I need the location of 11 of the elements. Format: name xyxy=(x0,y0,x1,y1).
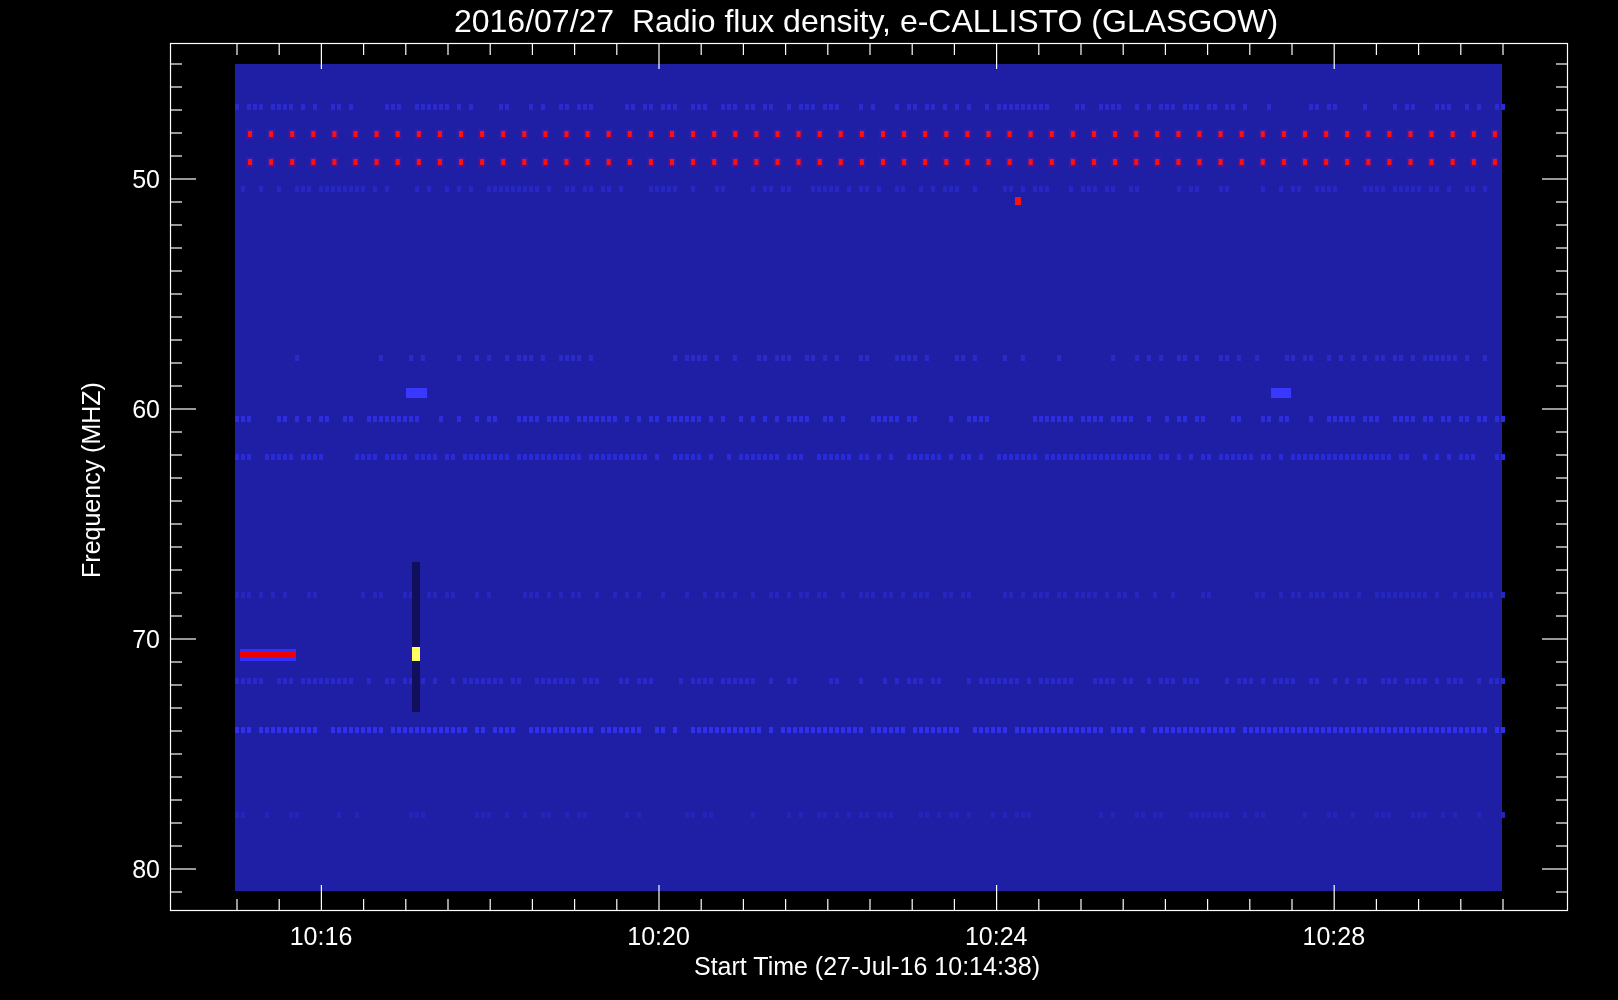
y-tick-label: 60 xyxy=(132,395,160,423)
x-tick-label: 10:20 xyxy=(627,922,690,950)
x-tick-label: 10:24 xyxy=(964,922,1028,950)
x-axis-label: Start Time (27-Jul-16 10:14:38) xyxy=(694,952,1040,980)
x-tick-label: 10:28 xyxy=(1302,922,1366,950)
y-tick-label: 50 xyxy=(132,165,160,193)
x-tick-label: 10:16 xyxy=(289,922,353,950)
y-axis-label: Frequency (MHZ) xyxy=(77,382,105,578)
y-tick-label: 80 xyxy=(132,855,160,883)
y-tick-label: 70 xyxy=(132,625,160,653)
chart-title: 2016/07/27 Radio flux density, e-CALLISTO (GLASGOW) xyxy=(453,3,1279,39)
